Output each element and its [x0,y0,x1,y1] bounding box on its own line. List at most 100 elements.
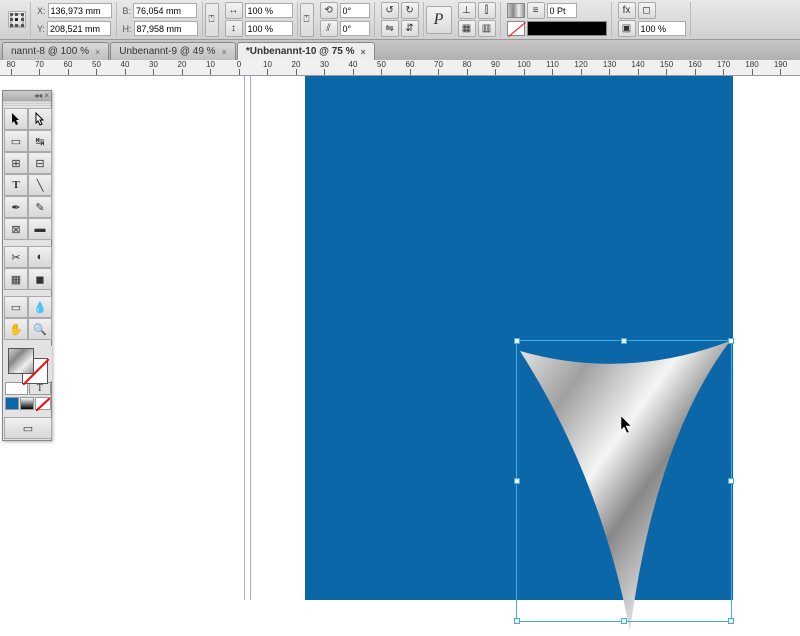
rotate-ccw-button[interactable]: ↺ [381,2,399,19]
selection-tool[interactable] [4,108,28,130]
ruler-tick: 10 [200,60,222,75]
close-icon[interactable]: × [222,47,227,57]
shear-input[interactable] [340,21,370,36]
ruler-tick: 70 [29,60,51,75]
flip-v-button[interactable]: ⇵ [401,20,419,37]
rotate-cw-button[interactable]: ↻ [401,2,419,19]
hand-tool[interactable]: ✋ [4,318,28,340]
anchor-point-button[interactable] [8,11,26,28]
pencil-tool[interactable]: ✎ [28,196,52,218]
gradient-swatch-tool[interactable]: ▦ [4,268,28,290]
x-label: X: [37,6,46,16]
type-tool[interactable]: T [4,174,28,196]
ruler-tick: 160 [684,60,706,75]
rectangle-tool[interactable]: ▬ [28,218,52,240]
fill-color-swatch[interactable] [8,348,34,374]
tab-doc-8[interactable]: nannt-8 @ 100 %× [2,42,109,60]
y-input[interactable] [47,21,111,36]
effects-group: fx◻ ▣ [614,2,691,37]
align-btn-1[interactable]: ⊥ [458,2,476,19]
align-btn-3[interactable]: ▦ [458,20,476,37]
stroke-input[interactable] [547,3,577,18]
close-icon[interactable]: × [361,47,366,57]
ruler-tick: 40 [342,60,364,75]
ruler-tick: 10 [257,60,279,75]
ruler-tick: 150 [656,60,678,75]
direct-selection-tool[interactable] [28,108,52,130]
close-icon[interactable]: × [95,47,100,57]
selected-star-shape[interactable] [515,336,735,636]
line-tool[interactable]: ╲ [28,174,52,196]
scale-y-input[interactable] [245,21,293,36]
rectangle-frame-tool[interactable]: ⊠ [4,218,28,240]
toolbox-header[interactable]: ◂◂ × [3,91,51,101]
ruler-tick: 130 [599,60,621,75]
x-input[interactable] [48,3,112,18]
gradient-swatch[interactable] [527,21,607,36]
ruler-tick: 40 [114,60,136,75]
y-label: Y: [37,24,45,34]
tab-doc-10[interactable]: *Unbenannt-10 @ 75 % × [237,42,375,60]
fill-swatch[interactable] [507,3,525,18]
scale-group: ↔ ↕ [221,2,298,37]
lock-aspect-button[interactable]: ⍞ [205,3,219,37]
w-input[interactable] [133,3,197,18]
stroke-swatch[interactable] [507,21,525,36]
ruler-tick: 80 [456,60,478,75]
document-tab-bar: nannt-8 @ 100 %× Unbenannt-9 @ 49 %× *Un… [0,40,800,60]
content-placer-tool[interactable]: ⊟ [28,152,52,174]
ruler-tick: 50 [86,60,108,75]
canvas[interactable] [0,76,800,600]
color-swatches[interactable] [4,346,52,381]
cursor-icon [621,416,635,434]
ruler-tick: 90 [485,60,507,75]
scale-y-icon: ↕ [225,20,243,37]
wrap-button[interactable]: ▣ [618,20,636,37]
scale-x-icon: ↔ [225,2,243,19]
zoom-tool[interactable]: 🔍 [28,318,52,340]
page-tool[interactable]: ▭ [4,130,28,152]
workspace: ◂◂ × ▭ ↹ ⊞ ⊟ T ╲ ✒ ✎ ⊠ ▬ ✂ ◐ ▦ ◼ ▭ 💧 ✋ 🔍 [0,76,800,600]
view-mode-button[interactable]: ▭ [4,417,52,439]
scale-x-input[interactable] [245,3,293,18]
toolbox-panel: ◂◂ × ▭ ↹ ⊞ ⊟ T ╲ ✒ ✎ ⊠ ▬ ✂ ◐ ▦ ◼ ▭ 💧 ✋ 🔍 [2,90,52,441]
tab-doc-9[interactable]: Unbenannt-9 @ 49 %× [110,42,236,60]
fx-button[interactable]: fx [618,2,636,19]
h-input[interactable] [134,21,198,36]
tab-label: *Unbenannt-10 @ 75 % [246,46,355,57]
lock-scale-button[interactable]: ⍞ [300,3,314,37]
pen-tool[interactable]: ✒ [4,196,28,218]
link-icon: ⍞ [209,14,215,25]
apply-none-button[interactable] [35,397,51,410]
clip-button[interactable]: ◻ [638,2,656,19]
scissors-tool[interactable]: ✂ [4,246,28,268]
ruler-tick: 110 [542,60,564,75]
w-label: B: [123,6,132,16]
ruler-tick: 0 [228,60,250,75]
guide-line [250,76,251,600]
paragraph-button[interactable]: P [426,6,452,34]
free-transform-tool[interactable]: ◐ [28,246,52,268]
anchor-group [4,2,31,37]
rotate-icon: ⟲ [320,2,338,19]
eyedropper-tool[interactable]: 💧 [28,296,52,318]
opacity-input[interactable] [638,21,686,36]
gradient-feather-tool[interactable]: ◼ [28,268,52,290]
flip-h-button[interactable]: ⇋ [381,20,399,37]
ruler-tick: 20 [285,60,307,75]
ruler-tick: 30 [314,60,336,75]
apply-color-button[interactable] [5,397,19,410]
color-mode-row [4,396,52,411]
content-collector-tool[interactable]: ⊞ [4,152,28,174]
align-btn-4[interactable]: ▥ [478,20,496,37]
align-btn-2[interactable]: ⫿ [478,2,496,19]
ruler-tick: 170 [713,60,735,75]
rotate-input[interactable] [340,3,370,18]
gap-tool[interactable]: ↹ [28,130,52,152]
note-tool[interactable]: ▭ [4,296,28,318]
ruler-horizontal: 8070605040302010010203040506070809010011… [0,60,800,76]
ruler-tick: 50 [371,60,393,75]
apply-gradient-button[interactable] [20,397,34,410]
position-group: X: Y: [33,2,117,37]
link-icon: ⍞ [304,14,310,25]
